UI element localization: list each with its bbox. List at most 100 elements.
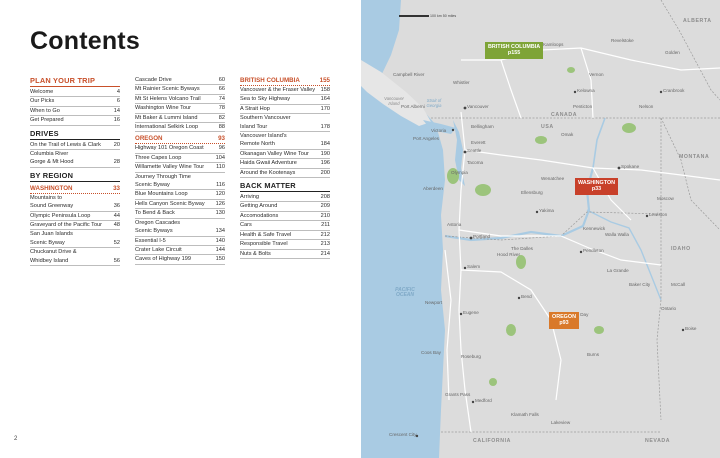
toc-entry-title: Journey Through Time <box>135 173 191 180</box>
toc-entry-title: Graveyard of the Pacific Tour <box>30 222 103 229</box>
toc-entry-line[interactable]: Mountains to <box>30 194 120 202</box>
toc-entry-title: A Strait Hop <box>240 105 270 112</box>
toc-page-number: 93 <box>218 135 225 143</box>
toc-section-heading[interactable]: PLAN YOUR TRIP <box>30 76 120 87</box>
toc-entry[interactable]: To Bend & Back 130 <box>135 209 225 219</box>
toc-entry[interactable]: Responsible Travel 213 <box>240 240 330 250</box>
page-number: 2 <box>14 436 18 442</box>
toc-entry-title: Responsible Travel <box>240 241 288 248</box>
place-label-boise: Boise <box>685 326 697 331</box>
toc-page-number: 214 <box>320 250 330 257</box>
toc-page-number: 36 <box>113 203 120 210</box>
toc-entry-line[interactable]: Vancouver Island's <box>240 132 330 140</box>
toc-entry[interactable]: Scenic Byway 52 <box>30 239 120 249</box>
place-label-ontario: Ontario <box>661 306 677 311</box>
toc-entry[interactable]: Crater Lake Circuit 144 <box>135 246 225 256</box>
toc-entry-title: Three Capes Loop <box>135 154 182 161</box>
toc-entry[interactable]: Island Tour 178 <box>240 123 330 133</box>
toc-entry-title: When to Go <box>30 107 60 114</box>
badge-british-columbia[interactable]: BRITISH COLUMBIA p155 <box>485 42 544 59</box>
toc-section-heading[interactable]: BY REGION <box>30 171 120 182</box>
place-label-vernon: Vernon <box>589 72 604 77</box>
toc-entry[interactable]: Get Prepared 16 <box>30 116 120 126</box>
toc-entry-title: Columbia River <box>30 151 69 158</box>
toc-entry[interactable]: Washington Wine Tour 78 <box>135 104 225 114</box>
toc-region-heading[interactable]: WASHINGTON 33 <box>30 184 120 194</box>
toc-section-heading[interactable]: BACK MATTER <box>240 181 330 193</box>
guidebook-spread: Contents PLAN YOUR TRIP Welcome 4 Our Picks… <box>0 0 720 458</box>
toc-region-heading[interactable]: OREGON 93 <box>135 134 225 145</box>
toc-entry[interactable]: Our Picks 6 <box>30 97 120 107</box>
toc-entry[interactable]: Caves of Highway 199 150 <box>135 255 225 265</box>
place-label-seattle: Seattle <box>467 148 482 153</box>
place-label-golden: Golden <box>665 50 680 55</box>
toc-entry[interactable]: Around the Kootenays 200 <box>240 169 330 179</box>
toc-entry[interactable]: Whidbey Island 56 <box>30 257 120 267</box>
toc-entry[interactable]: Remote North 184 <box>240 140 330 150</box>
toc-entry[interactable]: Arriving 208 <box>240 193 330 203</box>
toc-region-heading[interactable]: BRITISH COLUMBIA 155 <box>240 76 330 86</box>
toc-page-number: 130 <box>215 210 225 217</box>
toc-entry[interactable]: Haida Gwaii Adventure 196 <box>240 159 330 169</box>
toc-entry[interactable]: Highway 101 Oregon Coast 96 <box>135 144 225 154</box>
toc-entry-line[interactable]: Columbia River <box>30 150 120 158</box>
toc-entry[interactable]: Gorge & Mt Hood 28 <box>30 158 120 168</box>
place-label-hood-river: Hood River <box>497 252 520 257</box>
toc-entry[interactable]: Cascade Drive 60 <box>135 76 225 86</box>
toc-entry[interactable]: On the Trail of Lewis & Clark 20 <box>30 141 120 151</box>
toc-entry[interactable]: Sea to Sky Highway 164 <box>240 95 330 105</box>
toc-entry-line[interactable]: San Juan Islands <box>30 230 120 238</box>
toc-entry[interactable]: Accomodations 210 <box>240 212 330 222</box>
toc-entry-title: Arriving <box>240 194 259 201</box>
toc-entry[interactable]: Mt Rainier Scenic Byways 66 <box>135 85 225 95</box>
place-label-astoria: Astoria <box>447 222 462 227</box>
toc-entry-line[interactable]: Chuckanut Drive & <box>30 248 120 256</box>
toc-entry-line[interactable]: Journey Through Time <box>135 173 225 181</box>
toc-entry[interactable]: International Selkirk Loop 88 <box>135 123 225 133</box>
toc-page-number: 33 <box>113 184 120 192</box>
toc-entry-line[interactable]: Oregon Cascades <box>135 219 225 227</box>
place-label-roseburg: Roseburg <box>461 354 481 359</box>
scale-km: 100 km <box>430 14 442 18</box>
toc-entry[interactable]: When to Go 14 <box>30 107 120 117</box>
place-label-nelson: Nelson <box>639 104 654 109</box>
toc-entry[interactable]: Essential I-5 140 <box>135 237 225 246</box>
toc-page-number: 4 <box>116 89 120 95</box>
toc-entry[interactable]: Scenic Byways 134 <box>135 227 225 237</box>
toc-entry[interactable]: Okanagan Valley Wine Tour 190 <box>240 150 330 160</box>
toc-entry[interactable]: Blue Mountains Loop 120 <box>135 190 225 200</box>
toc-entry[interactable]: Graveyard of the Pacific Tour 48 <box>30 221 120 231</box>
toc-entry-line[interactable]: Southern Vancouver <box>240 114 330 122</box>
toc-entry[interactable]: Getting Around 209 <box>240 202 330 212</box>
toc-entry-title: Get Prepared <box>30 117 64 124</box>
toc-entry[interactable]: Mt St Helens Volcano Trail 74 <box>135 95 225 105</box>
toc-entry[interactable]: Nuts & Bolts 214 <box>240 250 330 259</box>
badge-washington[interactable]: WASHINGTON p33 <box>575 178 619 195</box>
scale-bar <box>399 15 429 18</box>
contents-page: Contents PLAN YOUR TRIP Welcome 4 Our Picks… <box>0 0 361 458</box>
toc-entry[interactable]: A Strait Hop 170 <box>240 105 330 115</box>
toc-entry[interactable]: Sound Greenway 36 <box>30 202 120 212</box>
toc-entry[interactable]: Vancouver & the Fraser Valley 158 <box>240 86 330 96</box>
toc-page-number: 144 <box>215 246 225 253</box>
toc-entry[interactable]: Hells Canyon Scenic Byway 126 <box>135 200 225 210</box>
badge-oregon[interactable]: OREGON p93 <box>549 312 579 329</box>
toc-entry[interactable]: Scenic Byway 116 <box>135 181 225 191</box>
toc-entry[interactable]: Welcome 4 <box>30 88 120 98</box>
toc-entry[interactable]: Willamette Valley Wine Tour 110 <box>135 163 225 173</box>
place-label-whistler: Whistler <box>453 80 470 85</box>
place-label-la-grande: La Grande <box>607 268 629 273</box>
place-label-bellingham: Bellingham <box>471 124 494 129</box>
toc-entry[interactable]: Mt Baker & Lummi Island 82 <box>135 114 225 124</box>
place-label-eugene: Eugene <box>463 310 479 315</box>
place-label-penticton: Penticton <box>573 104 593 109</box>
toc-entry[interactable]: Three Capes Loop 104 <box>135 154 225 164</box>
region-montana: MONTANA <box>679 154 710 160</box>
toc-entry[interactable]: Olympic Peninsula Loop 44 <box>30 212 120 222</box>
place-label-ellensburg: Ellensburg <box>521 190 543 195</box>
toc-entry[interactable]: Cars 211 <box>240 221 330 231</box>
toc-entry[interactable]: Health & Safe Travel 212 <box>240 231 330 241</box>
toc-section-heading[interactable]: DRIVES <box>30 129 120 140</box>
toc-entry-title: Getting Around <box>240 203 278 210</box>
toc-entry-title: Haida Gwaii Adventure <box>240 160 297 167</box>
